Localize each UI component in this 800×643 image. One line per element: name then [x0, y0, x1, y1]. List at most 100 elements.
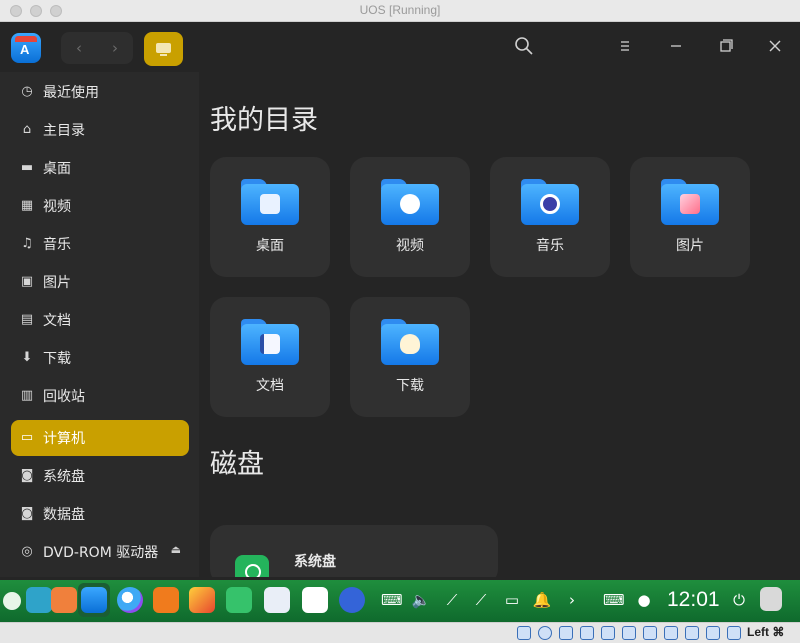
image-viewer-icon[interactable]: [189, 587, 215, 613]
dvd-icon: ◎: [21, 544, 33, 559]
taskbar: ⌨ 🔈 ⟋ ⟋ ▭ 🔔 › ⌨ ● 12:01 ⏻: [0, 580, 800, 622]
host-window-title: UOS [Running]: [359, 3, 441, 17]
power-icon[interactable]: ⏻: [729, 589, 749, 611]
display-status-icon[interactable]: [643, 626, 657, 640]
desktop-icon: ▬: [20, 160, 34, 175]
text-editor-icon[interactable]: [264, 587, 290, 613]
music-player-icon[interactable]: [226, 587, 252, 613]
hard-disk-status-icon[interactable]: [517, 626, 531, 640]
virtualization-status-icon[interactable]: [685, 626, 699, 640]
music-emblem-icon: [540, 194, 560, 214]
main-content: 我的目录 桌面 视频 音乐 图片 文档 下载 磁盘 系统盘: [199, 72, 800, 585]
sidebar-item-music[interactable]: ♫ 音乐: [11, 226, 189, 262]
folder-tile-documents[interactable]: 文档: [210, 297, 330, 417]
picture-emblem-icon: [680, 194, 700, 214]
input-method-icon[interactable]: ⌨: [603, 589, 625, 611]
guest-screen: ‹ › ◷ 最近使用 ⌂ 主目录 ▬ 桌面: [0, 22, 800, 622]
disk-card-system[interactable]: 系统盘: [210, 525, 498, 585]
sidebar-item-videos[interactable]: ▦ 视频: [11, 188, 189, 224]
disk-icon: ◙: [20, 468, 34, 483]
host-key-label: Left ⌘: [747, 625, 785, 639]
shared-folder-status-icon[interactable]: [622, 626, 636, 640]
trash-taskbar-icon[interactable]: [760, 587, 782, 611]
multitask-view-icon[interactable]: [26, 587, 52, 613]
disk-icon: ◙: [20, 506, 34, 521]
back-button[interactable]: ‹: [61, 32, 97, 64]
tray-expand-icon[interactable]: ›: [562, 589, 582, 611]
sidebar-item-pictures[interactable]: ▣ 图片: [11, 264, 189, 300]
sidebar-item-label: 下载: [43, 351, 71, 367]
disk-label: 系统盘: [294, 554, 336, 570]
browser-icon[interactable]: [117, 587, 143, 613]
sidebar-item-desktop[interactable]: ▬ 桌面: [11, 150, 189, 186]
computer-view-button[interactable]: [144, 32, 183, 66]
desktop-folder-icon: [241, 179, 299, 225]
folder-label: 桌面: [256, 238, 284, 254]
bluetooth-icon[interactable]: ⟋: [471, 589, 491, 611]
file-manager-toolbar: ‹ ›: [0, 22, 800, 72]
computer-icon: ▭: [20, 430, 34, 445]
sidebar-item-label: DVD-ROM 驱动器: [43, 545, 159, 561]
sidebar-item-computer[interactable]: ▭ 计算机: [11, 420, 189, 456]
video-icon: ▦: [20, 198, 34, 213]
documents-folder-icon: [241, 319, 299, 365]
music-icon: ♫: [21, 236, 33, 251]
recording-status-icon[interactable]: [664, 626, 678, 640]
file-manager-logo-icon: [11, 33, 41, 63]
search-icon[interactable]: [513, 36, 535, 58]
settings-icon[interactable]: [339, 587, 365, 613]
desktop-emblem-icon: [260, 194, 280, 214]
maximize-icon[interactable]: [715, 36, 737, 58]
app-store-icon[interactable]: [51, 587, 77, 613]
assistant-icon[interactable]: ●: [634, 589, 654, 611]
calendar-icon[interactable]: [302, 587, 328, 613]
keyboard-icon[interactable]: ⌨: [381, 589, 403, 611]
sidebar-item-downloads[interactable]: ⬇ 下载: [11, 340, 189, 376]
usb-status-icon[interactable]: [601, 626, 615, 640]
folder-label: 下载: [396, 378, 424, 394]
notification-icon[interactable]: 🔔: [532, 589, 552, 611]
minimize-icon[interactable]: [665, 36, 687, 58]
close-icon[interactable]: [764, 36, 786, 58]
mouse-integration-status-icon[interactable]: [706, 626, 720, 640]
forward-button[interactable]: ›: [97, 32, 133, 64]
folder-tile-videos[interactable]: 视频: [350, 157, 470, 277]
folder-tile-pictures[interactable]: 图片: [630, 157, 750, 277]
document-icon: ▤: [20, 312, 34, 327]
home-icon: ⌂: [22, 122, 32, 137]
folder-label: 视频: [396, 238, 424, 254]
sidebar-item-trash[interactable]: ▥ 回收站: [11, 378, 189, 414]
menu-icon[interactable]: [614, 36, 636, 58]
sidebar-item-home[interactable]: ⌂ 主目录: [11, 112, 189, 148]
sidebar-item-recent[interactable]: ◷ 最近使用: [11, 74, 189, 110]
file-manager-taskbar-icon[interactable]: [78, 583, 110, 617]
sidebar-item-documents[interactable]: ▤ 文档: [11, 302, 189, 338]
mail-icon[interactable]: [153, 587, 179, 613]
downloads-folder-icon: [381, 319, 439, 365]
sidebar-item-label: 桌面: [43, 161, 71, 177]
network-icon[interactable]: ⟋: [442, 589, 462, 611]
sidebar-item-data-disk[interactable]: ◙ 数据盘: [11, 496, 189, 532]
sidebar-item-label: 系统盘: [43, 469, 85, 485]
host-title-bar: UOS [Running]: [0, 0, 800, 22]
sidebar-item-system-disk[interactable]: ◙ 系统盘: [11, 458, 189, 494]
music-folder-icon: [521, 179, 579, 225]
sidebar: ◷ 最近使用 ⌂ 主目录 ▬ 桌面 ▦ 视频 ♫ 音乐 ▣ 图片 ▤ 文档 ⬇: [0, 72, 199, 577]
sidebar-item-label: 最近使用: [43, 85, 99, 101]
sidebar-item-label: 回收站: [43, 389, 85, 405]
taskbar-clock[interactable]: 12:01: [667, 588, 720, 612]
audio-status-icon[interactable]: [559, 626, 573, 640]
sidebar-item-dvd[interactable]: ◎ DVD-ROM 驱动器 ⏏: [11, 534, 189, 570]
folder-tile-downloads[interactable]: 下载: [350, 297, 470, 417]
battery-icon[interactable]: ▭: [502, 589, 522, 611]
folder-tile-desktop[interactable]: 桌面: [210, 157, 330, 277]
launcher-icon[interactable]: [3, 592, 21, 610]
pictures-folder-icon: [661, 179, 719, 225]
optical-drive-status-icon[interactable]: [538, 626, 552, 640]
keyboard-capture-status-icon[interactable]: [727, 626, 741, 640]
network-status-icon[interactable]: [580, 626, 594, 640]
folder-tile-music[interactable]: 音乐: [490, 157, 610, 277]
folder-label: 音乐: [536, 238, 564, 254]
eject-icon[interactable]: ⏏: [171, 543, 181, 556]
volume-icon[interactable]: 🔈: [411, 589, 431, 611]
